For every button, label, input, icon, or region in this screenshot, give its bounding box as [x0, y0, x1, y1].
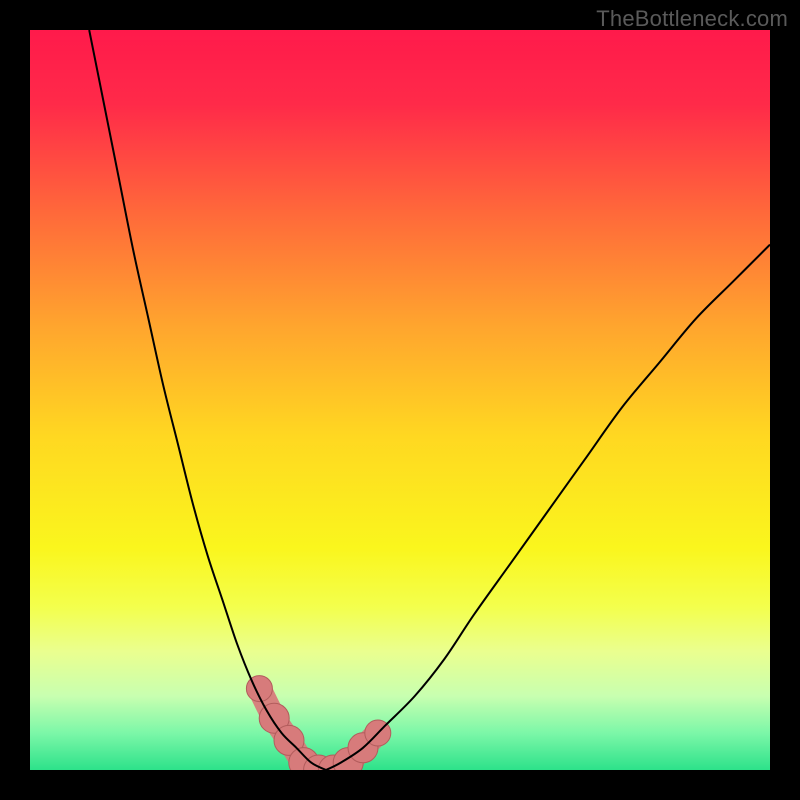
gradient-background — [30, 30, 770, 770]
watermark-text: TheBottleneck.com — [596, 6, 788, 32]
plot-area — [30, 30, 770, 770]
chart-svg — [30, 30, 770, 770]
chart-frame: TheBottleneck.com — [0, 0, 800, 800]
